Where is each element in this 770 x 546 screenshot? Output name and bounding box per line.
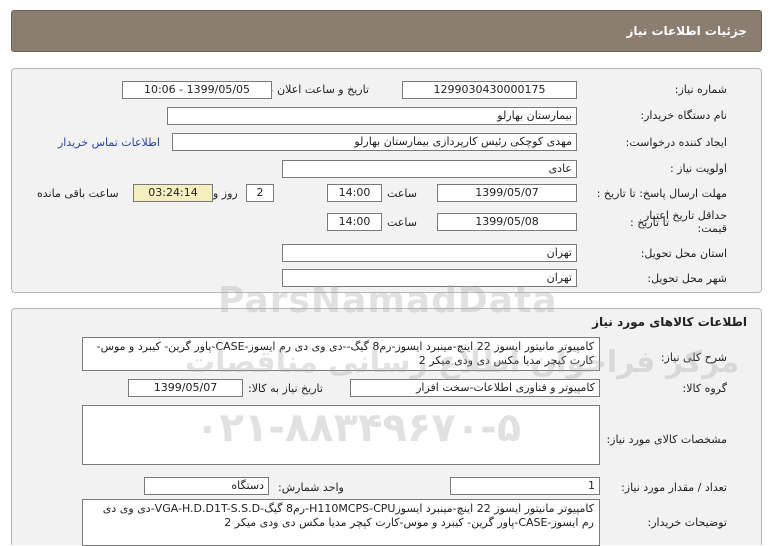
- need-number-field[interactable]: 1299030430000175: [402, 81, 577, 99]
- goods-section-title: اطلاعات کالاهای مورد نیاز: [592, 315, 747, 329]
- validity-label-line2: قیمت:: [697, 222, 727, 235]
- city-label: شهر محل تحویل:: [647, 272, 727, 285]
- specs-label: مشخصات کالای مورد نیاز:: [606, 433, 727, 446]
- buyer-org-label: نام دستگاه خریدار:: [640, 109, 727, 122]
- province-field[interactable]: تهران: [282, 244, 577, 262]
- buyer-contact-link[interactable]: اطلاعات تماس خریدار: [58, 136, 160, 149]
- details-panel: شماره نیاز: 1299030430000175 تاریخ و ساع…: [11, 68, 762, 293]
- remaining-time-label: ساعت باقی مانده: [37, 187, 119, 200]
- buyer-notes-field[interactable]: کامپیوتر مانیتور ایسوز 22 اینچ-مینبرد ای…: [82, 499, 600, 546]
- reply-time-field[interactable]: 14:00: [327, 184, 382, 202]
- reply-date-field[interactable]: 1399/05/07: [437, 184, 577, 202]
- priority-label: اولویت نیاز :: [669, 162, 727, 175]
- announce-datetime-field[interactable]: 1399/05/05 - 10:06: [122, 81, 272, 99]
- specs-field[interactable]: [82, 405, 600, 465]
- days-remaining-field[interactable]: 2: [246, 184, 274, 202]
- validity-to-label: تا تاریخ :: [630, 216, 669, 229]
- quantity-label: تعداد / مقدار مورد نیاز:: [621, 481, 727, 494]
- unit-field[interactable]: دستگاه: [144, 477, 269, 495]
- need-date-field[interactable]: 1399/05/07: [128, 379, 243, 397]
- requester-field[interactable]: مهدی کوچکی رئیس کارپردازی بیمارستان بهار…: [172, 133, 577, 151]
- summary-field[interactable]: کامپیوتر مانیتور ایسوز 22 اینچ-مینبرد ای…: [82, 337, 600, 371]
- group-label: گروه کالا:: [682, 382, 727, 395]
- unit-label: واحد شمارش:: [278, 481, 344, 494]
- need-date-label: تاریخ نیاز به کالا:: [248, 382, 323, 395]
- summary-label: شرح کلی نیاز:: [660, 351, 727, 364]
- buyer-notes-label: توضیحات خریدار:: [647, 516, 728, 529]
- validity-time-label: ساعت: [387, 216, 417, 229]
- reply-time-label: ساعت: [387, 187, 417, 200]
- page-header: جزئیات اطلاعات نیاز: [11, 10, 762, 52]
- goods-panel: اطلاعات کالاهای مورد نیاز شرح کلی نیاز: …: [11, 308, 762, 546]
- requester-label: ایجاد کننده درخواست:: [625, 136, 727, 149]
- group-field[interactable]: کامپیوتر و فناوری اطلاعات-سخت افزار: [350, 379, 600, 397]
- need-number-label: شماره نیاز:: [674, 83, 727, 96]
- days-label: روز و: [213, 187, 238, 200]
- page-title: جزئیات اطلاعات نیاز: [626, 24, 747, 38]
- priority-field[interactable]: عادی: [282, 160, 577, 178]
- validity-time-field[interactable]: 14:00: [327, 213, 382, 231]
- buyer-org-field[interactable]: بیمارستان بهارلو: [167, 107, 577, 125]
- city-field[interactable]: تهران: [282, 269, 577, 287]
- reply-deadline-label: مهلت ارسال پاسخ: تا تاریخ :: [596, 187, 727, 200]
- province-label: استان محل تحویل:: [640, 247, 727, 260]
- remaining-time-field[interactable]: 03:24:14: [133, 184, 213, 202]
- validity-date-field[interactable]: 1399/05/08: [437, 213, 577, 231]
- quantity-field[interactable]: 1: [450, 477, 600, 495]
